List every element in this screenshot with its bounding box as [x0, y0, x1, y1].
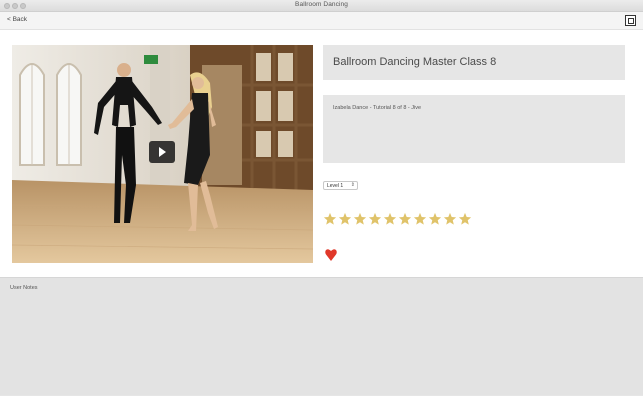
user-notes-label: User Notes	[10, 285, 38, 291]
star-icon[interactable]	[353, 212, 367, 228]
lesson-description-box: Izabela Dance - Tutorial 8 of 8 - Jive	[323, 95, 625, 163]
video-player[interactable]	[12, 45, 313, 263]
star-rating[interactable]	[323, 212, 473, 232]
favorite-button[interactable]	[325, 248, 337, 262]
heart-icon	[325, 249, 337, 261]
star-icon[interactable]	[413, 212, 427, 228]
star-icon[interactable]	[428, 212, 442, 228]
star-icon[interactable]	[383, 212, 397, 228]
back-button[interactable]: < Back	[7, 16, 27, 23]
level-select-value: Level 1	[327, 183, 344, 189]
star-icon[interactable]	[323, 212, 337, 228]
star-icon[interactable]	[368, 212, 382, 228]
lesson-description: Izabela Dance - Tutorial 8 of 8 - Jive	[333, 105, 422, 111]
star-icon[interactable]	[458, 212, 472, 228]
user-notes-panel[interactable]: User Notes	[0, 277, 643, 395]
star-icon[interactable]	[443, 212, 457, 228]
play-icon[interactable]	[149, 141, 175, 163]
window-title: Ballroom Dancing	[295, 1, 348, 8]
toolbar: < Back	[0, 12, 643, 30]
star-icon[interactable]	[398, 212, 412, 228]
lesson-title-box: Ballroom Dancing Master Class 8	[323, 45, 625, 80]
star-icon[interactable]	[338, 212, 352, 228]
lesson-title: Ballroom Dancing Master Class 8	[333, 56, 497, 68]
updown-chevron-icon: ⇕	[350, 182, 355, 188]
bottom-strip	[0, 395, 643, 402]
fullscreen-icon[interactable]	[625, 15, 636, 26]
window-titlebar: Ballroom Dancing	[0, 0, 643, 12]
level-select[interactable]: Level 1 ⇕	[323, 181, 358, 190]
